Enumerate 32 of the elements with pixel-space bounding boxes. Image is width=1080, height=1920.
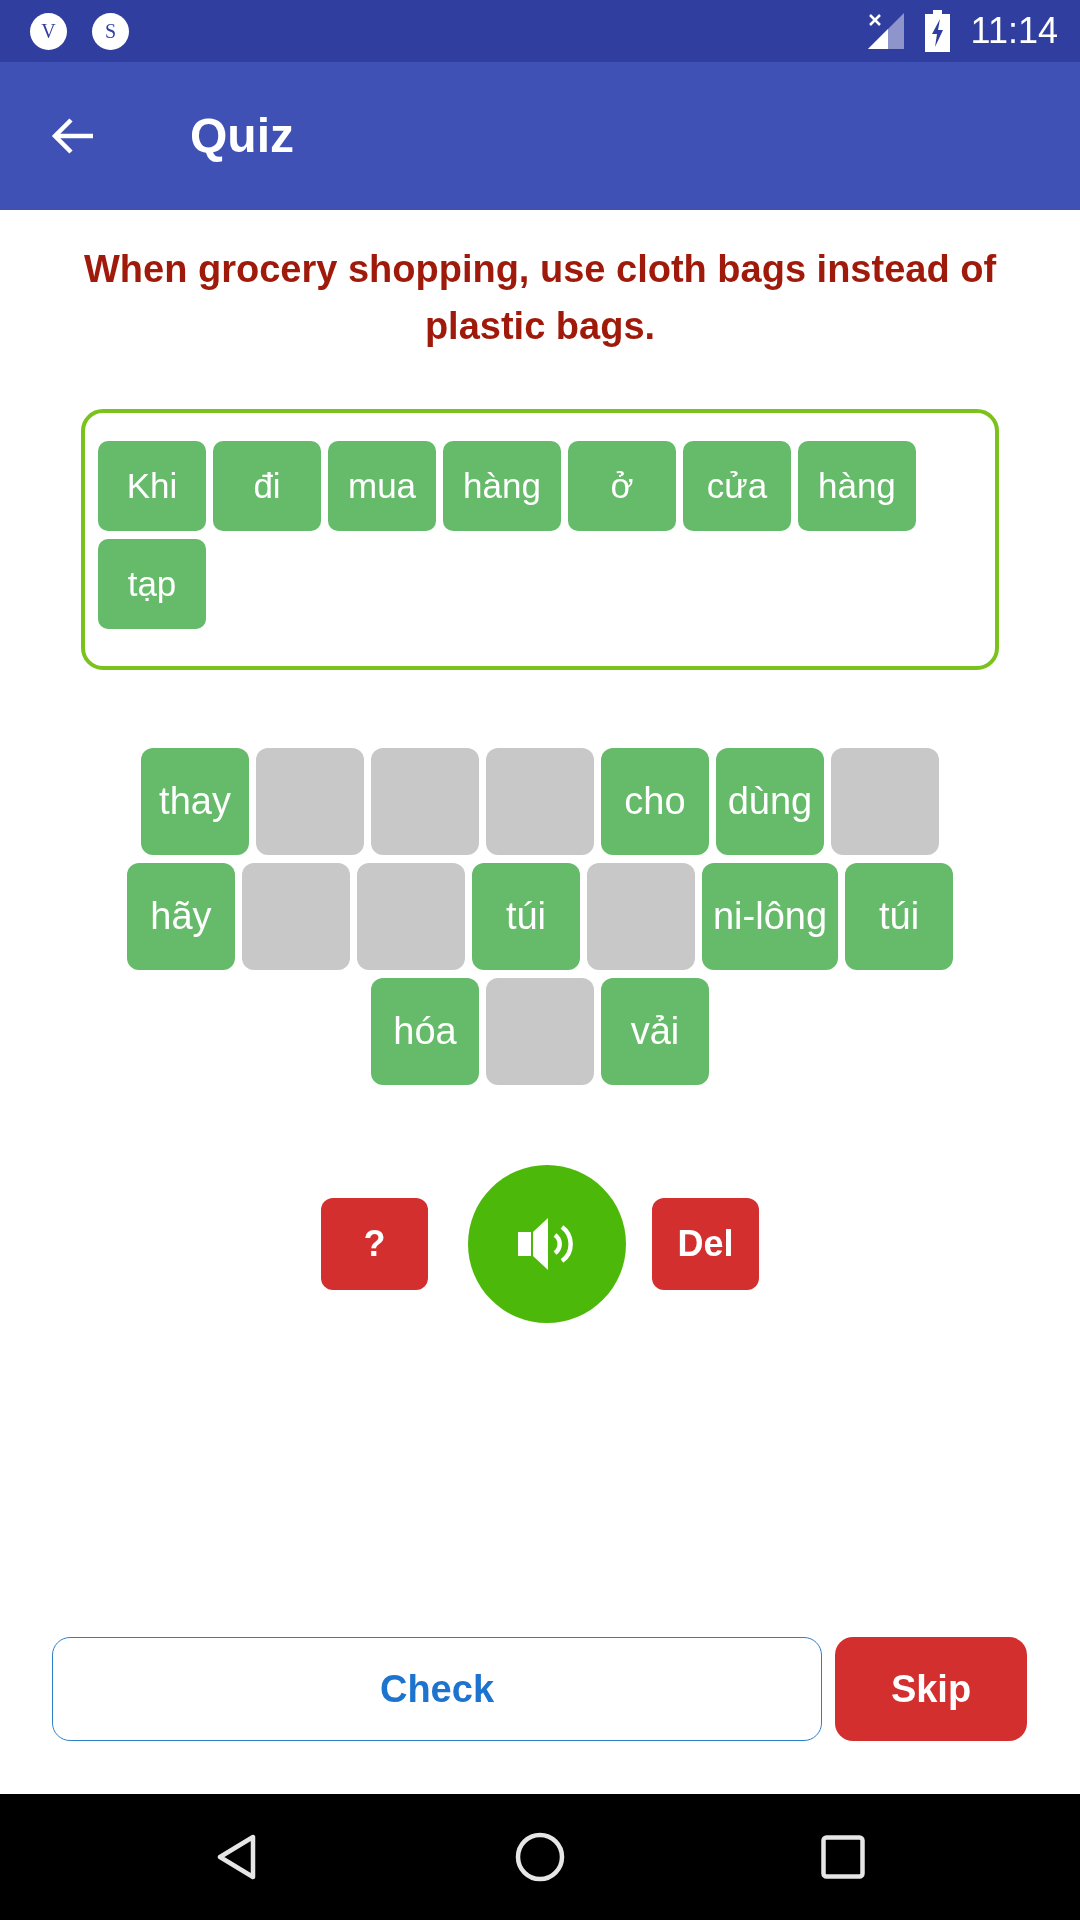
word-tile[interactable]: túi	[471, 863, 580, 970]
notification-icon: S	[92, 12, 129, 50]
word-tile[interactable]: hãy	[126, 863, 235, 970]
signal-icon	[867, 13, 904, 49]
back-icon[interactable]	[217, 1834, 257, 1880]
word-tile[interactable]: dùng	[716, 748, 824, 855]
answer-word-chip[interactable]: tạp	[98, 539, 206, 629]
skip-button[interactable]: Skip	[835, 1637, 1027, 1741]
home-icon[interactable]	[515, 1832, 565, 1882]
word-tile[interactable]: túi	[845, 863, 954, 970]
check-button[interactable]: Check	[52, 1637, 822, 1741]
hint-button[interactable]: ?	[321, 1198, 428, 1290]
recent-apps-icon[interactable]	[821, 1835, 865, 1879]
answer-word-chip[interactable]: ở	[567, 441, 676, 531]
screen-title: Quiz	[190, 112, 294, 160]
battery-icon	[924, 10, 950, 52]
word-tile[interactable]: hóa	[371, 978, 479, 1085]
clock-time: 11:14	[970, 13, 1058, 49]
prompt-sentence: When grocery shopping, use cloth bags instead of plastic bags.	[82, 247, 998, 349]
answer-word-chip[interactable]: đi	[213, 441, 321, 531]
speaker-icon	[518, 1216, 576, 1272]
word-tile[interactable]: thay	[141, 748, 249, 855]
word-tile[interactable]: cho	[601, 748, 709, 855]
answer-word-chip[interactable]: mua	[328, 441, 437, 531]
notification-icon: V	[30, 12, 67, 50]
answer-word-chip[interactable]: hàng	[797, 441, 916, 531]
word-tile[interactable]: ni-lông	[701, 863, 839, 970]
answer-word-chip[interactable]: hàng	[443, 441, 561, 531]
delete-button[interactable]: Del	[652, 1198, 759, 1290]
answer-word-chip[interactable]: Khi	[98, 441, 206, 531]
word-tile[interactable]: vải	[601, 978, 709, 1085]
answer-word-chip[interactable]: cửa	[682, 441, 791, 531]
